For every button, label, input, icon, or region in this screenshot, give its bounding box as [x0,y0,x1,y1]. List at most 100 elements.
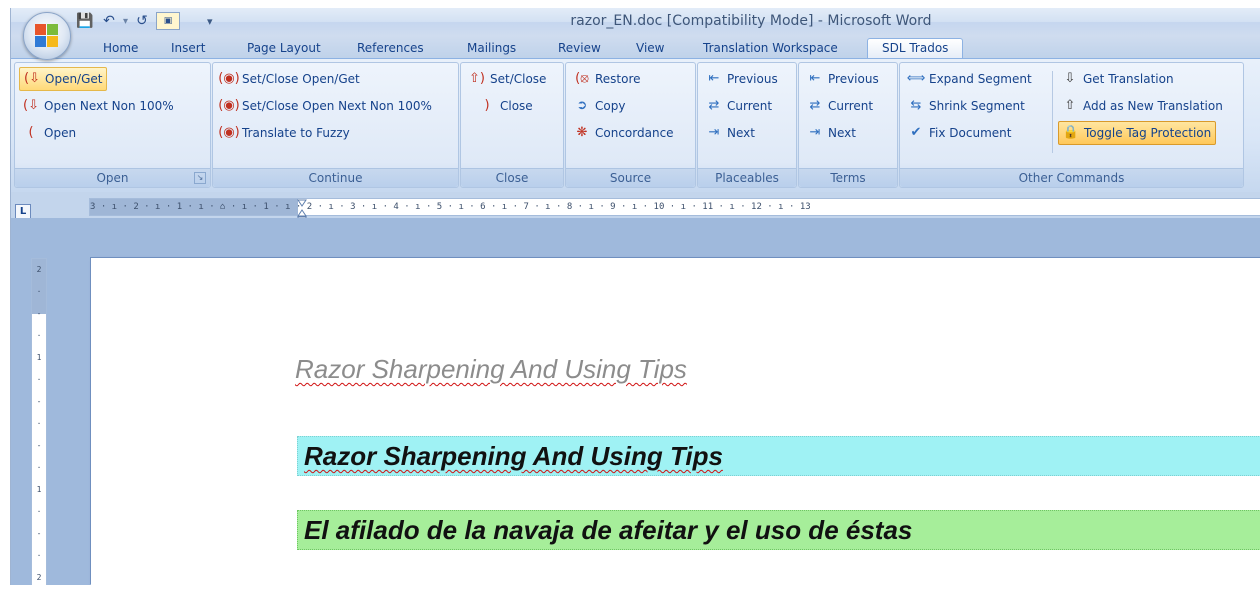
target-segment[interactable]: El afilado de la navaja de afeitar y el … [297,510,1260,550]
group-label-other-commands: Other Commands [900,168,1243,187]
next-placeable-icon: ⇥ [708,125,720,140]
ribbon: (⇩ Open/Get (⇩ Open Next Non 100% ( Open… [11,58,1260,193]
group-label-source: Source [566,168,695,187]
open-next-non-100-button[interactable]: (⇩ Open Next Non 100% [19,94,178,118]
terms-next-button[interactable]: ⇥ Next [803,121,860,145]
placeables-next-button[interactable]: ⇥ Next [702,121,759,145]
vruler-tick: 2 [36,573,42,582]
shrink-segment-icon: ⇆ [910,98,922,113]
group-other-commands: ⟺ Expand Segment ⇆ Shrink Segment ✔ Fix … [899,62,1244,188]
document-page[interactable]: Razor Sharpening And Using Tips Razor Sh… [91,258,1260,585]
get-translation-button[interactable]: ⇩ Get Translation [1058,67,1178,91]
terms-previous-button[interactable]: ⇤ Previous [803,67,883,91]
open-bracket-icon: ( [28,125,34,140]
group-label-continue: Continue [213,168,458,187]
office-button[interactable] [23,12,71,60]
next-term-icon: ⇥ [809,125,821,140]
vertical-ruler[interactable]: 2 · - · 1 · - · - · 1 · - · 2 [31,258,47,585]
tab-mailings[interactable]: Mailings [467,39,516,58]
dialog-launcher-icon[interactable]: ↘ [194,172,206,184]
copy-source-button[interactable]: ➲ Copy [570,94,629,118]
translate-to-fuzzy-button[interactable]: (◉) Translate to Fuzzy [217,121,354,145]
restore-button[interactable]: (⦻ Restore [570,67,645,91]
group-close: ⇧) Set/Close ) Close Close [460,62,564,188]
group-placeables: ⇤ Previous ⇄ Current ⇥ Next Placeables [697,62,797,188]
group-label-terms: Terms [799,168,897,187]
vruler-tick: · [36,419,42,428]
open-get-icon: (⇩ [24,71,40,86]
vruler-tick: · [36,507,42,516]
group-continue: (◉) Set/Close Open/Get (◉) Set/Close Ope… [212,62,459,188]
vruler-tick: - [36,441,42,450]
vruler-tick: · [36,463,42,472]
expand-segment-icon: ⟺ [906,71,926,86]
copy-arrow-icon: ➲ [576,98,588,113]
tab-insert[interactable]: Insert [171,39,205,58]
expand-segment-button[interactable]: ⟺ Expand Segment [904,67,1036,91]
tab-references[interactable]: References [357,39,424,58]
group-open: (⇩ Open/Get (⇩ Open Next Non 100% ( Open… [14,62,211,188]
office-logo-icon [35,24,59,48]
vruler-tick: - [36,397,42,406]
placeables-current-button[interactable]: ⇄ Current [702,94,776,118]
previous-placeable-icon: ⇤ [708,71,720,86]
source-segment[interactable]: Razor Sharpening And Using Tips [297,436,1260,476]
vruler-tick: · [36,551,42,560]
set-close-open-get-icon: (◉) [218,71,240,86]
set-close-open-next-icon: (◉) [218,98,240,113]
close-button[interactable]: ) Close [475,94,537,118]
set-close-icon: ⇧) [469,71,485,86]
restore-icon: (⦻ [575,71,589,86]
set-close-open-get-button[interactable]: (◉) Set/Close Open/Get [217,67,364,91]
vruler-tick: 2 [36,265,42,274]
tab-translation-workspace[interactable]: Translation Workspace [703,39,838,58]
vruler-tick: 1 [36,353,42,362]
horizontal-ruler[interactable]: 3 · ı · 2 · ı · 1 · ı · ⌂ · ı · 1 · ı · … [89,198,1260,216]
previous-term-icon: ⇤ [809,71,821,86]
vruler-tick: · [36,331,42,340]
add-as-new-translation-button[interactable]: ⇧ Add as New Translation [1058,94,1227,118]
current-placeable-icon: ⇄ [708,98,720,113]
get-translation-icon: ⇩ [1064,71,1076,86]
add-translation-icon: ⇧ [1064,98,1076,113]
tab-home[interactable]: Home [103,39,138,58]
shrink-segment-button[interactable]: ⇆ Shrink Segment [904,94,1029,118]
fix-document-button[interactable]: ✔ Fix Document [904,121,1015,145]
vruler-tick: · [36,287,42,296]
tab-view[interactable]: View [636,39,664,58]
group-label-close: Close [461,168,563,187]
terms-current-button[interactable]: ⇄ Current [803,94,877,118]
vruler-tick: · [36,375,42,384]
group-source: (⦻ Restore ➲ Copy ❋ Concordance Source [565,62,696,188]
vruler-tick: 1 [36,485,42,494]
group-separator [1052,71,1053,153]
tag-protection-icon: 🔒 [1062,125,1080,140]
vruler-tick: - [36,529,42,538]
close-bracket-icon: ) [484,98,490,113]
current-term-icon: ⇄ [809,98,821,113]
ruler-ticks: 3 · ı · 2 · ı · 1 · ı · ⌂ · ı · 1 · ı · … [90,202,811,212]
placeables-previous-button[interactable]: ⇤ Previous [702,67,782,91]
concordance-icon: ❋ [576,125,588,140]
concordance-button[interactable]: ❋ Concordance [570,121,678,145]
vruler-tick: - [36,309,42,318]
word-window: 💾 ↶ ▾ ↺ ▣ ▾ razor_EN.doc [Compatibility … [10,8,1260,585]
group-terms: ⇤ Previous ⇄ Current ⇥ Next Terms [798,62,898,188]
document-heading[interactable]: Razor Sharpening And Using Tips [295,354,687,385]
group-label-open: Open [15,168,210,187]
group-label-placeables: Placeables [698,168,796,187]
toggle-tag-protection-button[interactable]: 🔒 Toggle Tag Protection [1058,121,1217,145]
vruler-ticks: 2 · - · 1 · - · - · 1 · - · 2 [34,259,44,585]
open-get-button[interactable]: (⇩ Open/Get [19,67,108,91]
window-title: razor_EN.doc [Compatibility Mode] - Micr… [570,13,932,29]
translate-fuzzy-icon: (◉) [218,125,240,140]
set-close-open-next-button[interactable]: (◉) Set/Close Open Next Non 100% [217,94,436,118]
ribbon-tabs: Home Insert Page Layout References Maili… [11,36,1260,59]
open-button[interactable]: ( Open [19,121,80,145]
title-bar: 💾 ↶ ▾ ↺ ▣ ▾ razor_EN.doc [Compatibility … [11,8,1260,36]
tab-sdl-trados[interactable]: SDL Trados [867,38,964,59]
open-next-icon: (⇩ [23,98,39,113]
set-close-button[interactable]: ⇧) Set/Close [465,67,550,91]
tab-review[interactable]: Review [558,39,601,58]
tab-page-layout[interactable]: Page Layout [247,39,321,58]
